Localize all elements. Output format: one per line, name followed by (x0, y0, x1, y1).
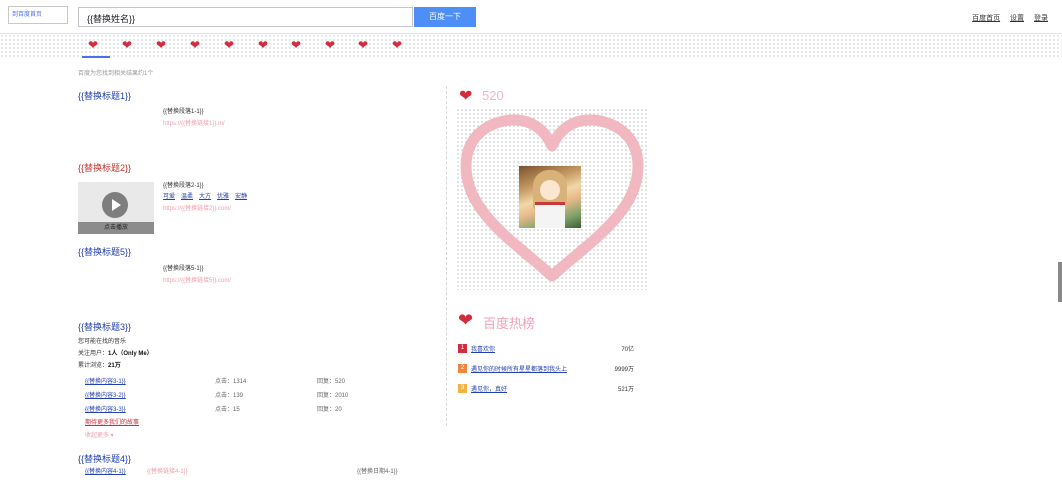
scrollbar-thumb[interactable] (1058, 262, 1062, 302)
sublink[interactable]: 大方 (199, 194, 211, 200)
play-icon[interactable] (102, 192, 128, 218)
sublink[interactable]: 可爱 (163, 194, 175, 200)
sublink[interactable]: 温柔 (181, 194, 193, 200)
hot-list-item[interactable]: 2 遇见你的时候所有星星都落到我头上 9999万 (458, 363, 634, 375)
heart-icon[interactable]: ❤ (325, 38, 335, 52)
sublink[interactable]: 优雅 (217, 194, 229, 200)
table-row-replies: 回复：2010 (317, 393, 349, 399)
avatar[interactable] (519, 166, 581, 228)
result-title-4[interactable]: {{替换标题3}} (78, 320, 131, 333)
table-row-replies: 回复：520 (317, 379, 346, 385)
hot-item-count: 521万 (617, 387, 634, 393)
heart-icon[interactable]: ❤ (224, 38, 234, 52)
heart-icon[interactable]: ❤ (392, 38, 402, 52)
hot-rank-badge: 1 (458, 344, 467, 353)
result-url-1[interactable]: https://{{替换链接1}}.m/ (163, 118, 225, 127)
table-row-clicks: 点击：139 (215, 393, 244, 399)
header: 到百度首页 {{替换姓名}} 百度一下 百度首页 设置 登录 (0, 0, 1062, 34)
result-title-2[interactable]: {{替换标题2}} (78, 161, 131, 174)
heart-icon[interactable]: ❤ (156, 38, 166, 52)
result-title-3[interactable]: {{替换标题5}} (78, 245, 131, 258)
focus-value: 1人（Only Me） (108, 351, 153, 357)
hot-rank-badge: 3 (458, 384, 467, 393)
focus-label: 关注用户： (78, 351, 109, 357)
result-title-1[interactable]: {{替换标题1}} (78, 89, 131, 102)
love-count: 520 (482, 88, 504, 103)
top-links: 百度首页 设置 登录 (964, 13, 1048, 23)
total-views: 累计浏览：21万 (78, 360, 121, 369)
result-desc-3: {{替换段落5-1}} (163, 266, 204, 272)
focus-users: 关注用户：1人（Only Me） (78, 348, 153, 357)
active-tab-indicator (82, 56, 110, 58)
heart-icon: ❤ (459, 88, 473, 105)
hot-list-title: 百度热榜 (483, 316, 536, 331)
result-date-5: {{替换日期4-1}} (357, 469, 398, 475)
hot-item-text[interactable]: 遇见你的时候所有星星都落到我头上 (471, 364, 567, 373)
hot-item-count: 9999万 (614, 367, 634, 373)
result-row-5[interactable]: {{替换内容4-1}} (85, 466, 126, 475)
hot-list-item[interactable]: 1 我喜欢你 70亿 (458, 343, 634, 355)
heart-icon[interactable]: ❤ (358, 38, 368, 52)
hot-item-text[interactable]: 遇见你，真好 (471, 384, 507, 393)
heart-icon[interactable]: ❤ (122, 38, 132, 52)
home-link[interactable]: 百度首页 (972, 15, 1000, 22)
hot-item-count: 70亿 (621, 347, 634, 353)
heart-tab-strip: ❤ ❤ ❤ ❤ ❤ ❤ ❤ ❤ ❤ ❤ (0, 34, 1062, 59)
search-button[interactable]: 百度一下 (414, 7, 476, 27)
settings-link[interactable]: 设置 (1010, 15, 1024, 22)
result-url-3[interactable]: https://{{替换链接5}}.com/ (163, 275, 231, 284)
result-sublinks-2: 可爱 温柔 大方 优雅 安静 (163, 191, 253, 200)
heart-icon[interactable]: ❤ (190, 38, 200, 52)
table-row-clicks: 点击：15 (215, 407, 240, 413)
fold-toggle[interactable]: 收起更多 ▾ (85, 430, 114, 439)
table-row-replies: 回复：20 (317, 407, 342, 413)
result-pink-5[interactable]: {{替换链接4-1}} (147, 466, 188, 475)
heart-icon[interactable]: ❤ (291, 38, 301, 52)
result-url-2[interactable]: https://{{替换链接2}}.com/ (163, 203, 231, 212)
result-subtitle-4: 您可能在找的音乐 (78, 339, 127, 345)
heart-icon[interactable]: ❤ (88, 38, 98, 52)
hot-rank-badge: 2 (458, 364, 467, 373)
video-label[interactable]: 点击播放 (78, 222, 154, 234)
heart-icon: ❤ (458, 310, 474, 330)
result-desc-2: {{替换段落2-1}} (163, 183, 204, 189)
table-row-link[interactable]: {{替换内容3-1}} (85, 376, 126, 385)
result-title-5[interactable]: {{替换标题4}} (78, 452, 131, 465)
table-row-link[interactable]: {{替换内容3-2}} (85, 390, 126, 399)
table-row-link[interactable]: {{替换内容3-3}} (85, 404, 126, 413)
sublink[interactable]: 安静 (235, 194, 247, 200)
hot-item-text[interactable]: 我喜欢你 (471, 344, 495, 353)
more-stories-link[interactable]: 期待更多我们的故事 (85, 417, 139, 426)
total-label: 累计浏览： (78, 363, 109, 369)
total-value: 21万 (108, 363, 121, 369)
avatar-dress (535, 202, 565, 228)
heart-icon[interactable]: ❤ (258, 38, 268, 52)
search-input[interactable]: {{替换姓名}} (78, 7, 413, 27)
result-count: 百度为您找到相关结果约1个 (78, 71, 154, 77)
result-desc-1: {{替换段落1-1}} (163, 109, 204, 115)
table-row-clicks: 点击：1314 (215, 379, 247, 385)
video-thumbnail[interactable]: 点击播放 (78, 182, 154, 234)
logo-image[interactable]: 到百度首页 (8, 6, 68, 24)
hot-list-item[interactable]: 3 遇见你，真好 521万 (458, 383, 634, 395)
column-divider (446, 86, 447, 426)
login-link[interactable]: 登录 (1034, 15, 1048, 22)
avatar-face (540, 180, 560, 200)
